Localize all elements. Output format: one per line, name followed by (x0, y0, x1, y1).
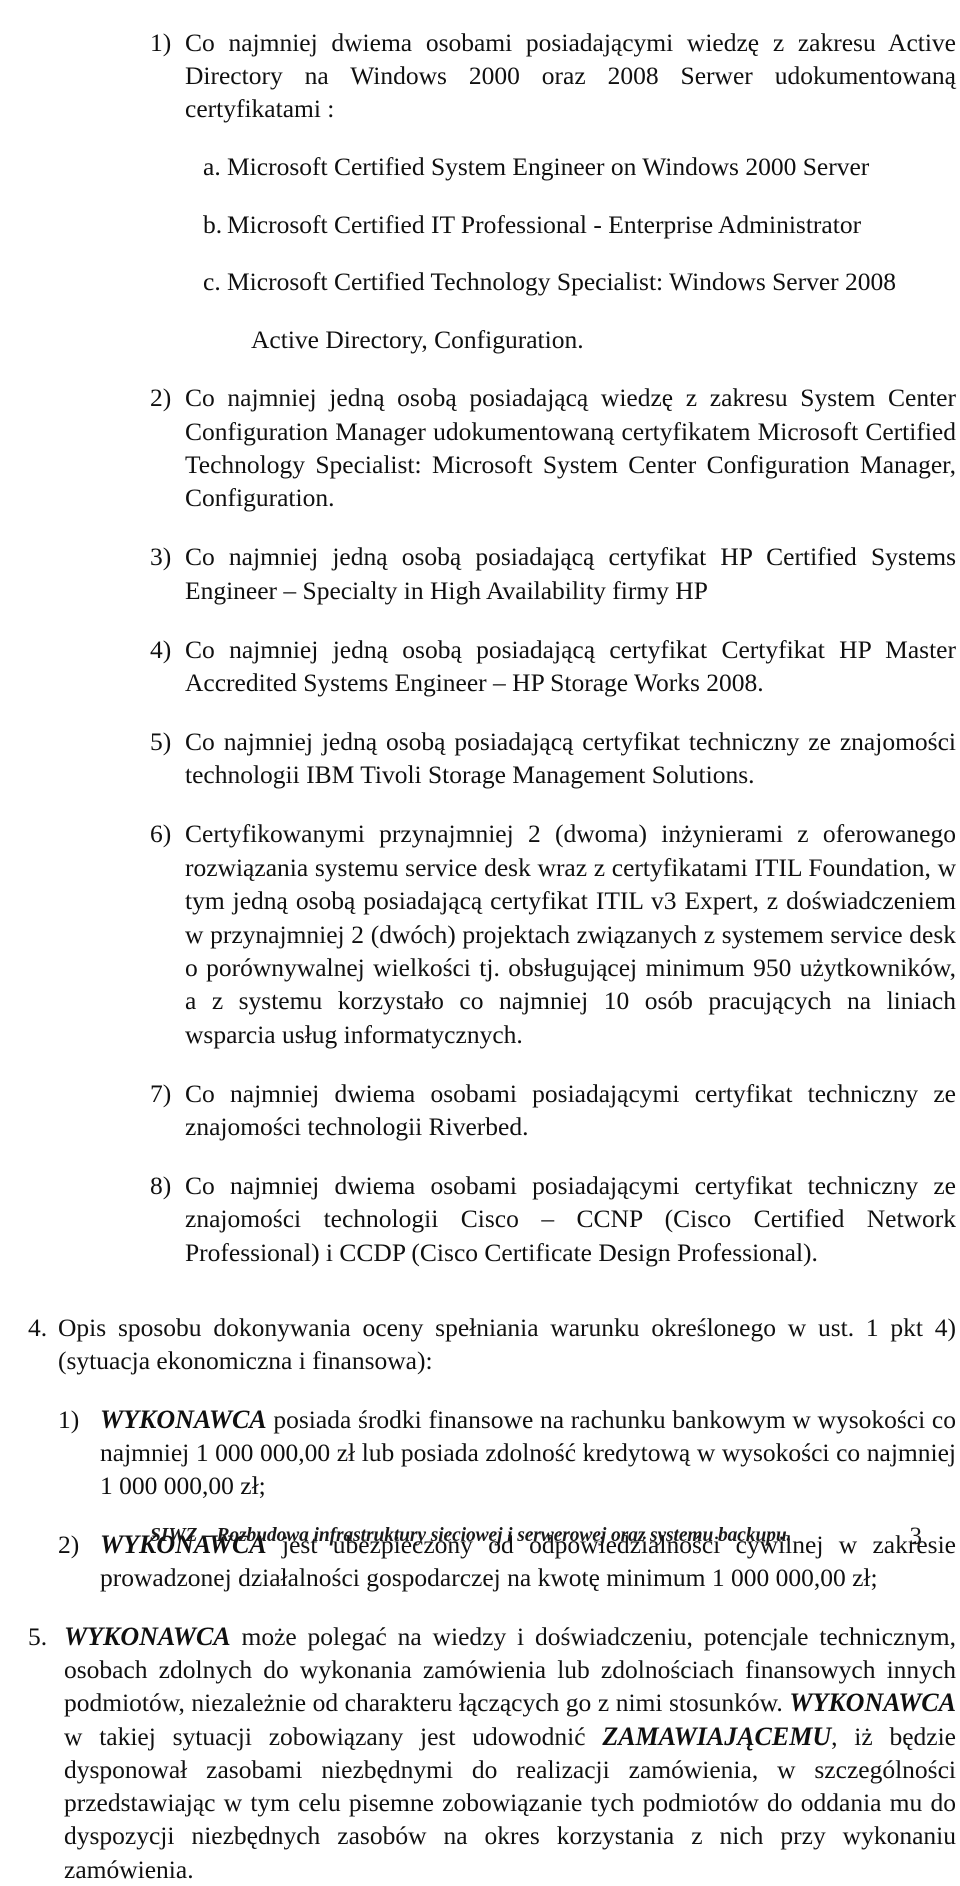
reliance-text-part-2: w takiej sytuacji zobowiązany jest udowo… (64, 1721, 603, 1751)
list-item: 3) Co najmniej jedną osobą posiadającą ce… (150, 540, 956, 607)
list-marker: 2) (150, 383, 172, 413)
sub-list-marker: a. (203, 152, 221, 182)
sub-list-item-text: Microsoft Certified IT Professional - En… (227, 209, 862, 239)
emphasis-wykonawca: WYKONAWCA (789, 1688, 956, 1718)
sub-list-item-text: Microsoft Certified System Engineer on W… (227, 152, 870, 182)
list-item-text: Co najmniej jedną osobą posiadającą cert… (185, 726, 956, 790)
list-item: 1) WYKONAWCA posiada środki finansowe na … (58, 1403, 956, 1503)
certificates-requirements-list: 1) Co najmniej dwiema osobami posiadający… (0, 26, 960, 1270)
list-item-text: Co najmniej jedną osobą posiadającą wied… (185, 383, 956, 513)
section-marker: 5. (28, 1622, 48, 1652)
sub-list-item: b. Microsoft Certified IT Professional - … (203, 209, 960, 241)
list-item: 7) Co najmniej dwiema osobami posiadający… (150, 1077, 956, 1144)
list-item: 2) Co najmniej jedną osobą posiadającą wi… (150, 381, 956, 515)
document-page: 1) Co najmniej dwiema osobami posiadający… (0, 26, 960, 1884)
list-item: 1) Co najmniej dwiema osobami posiadający… (150, 26, 956, 126)
list-marker: 8) (150, 1170, 172, 1200)
list-item: 4) Co najmniej jedną osobą posiadającą ce… (150, 633, 956, 700)
list-marker: 5) (150, 726, 172, 756)
list-item-text: Co najmniej jedną osobą posiadającą cert… (185, 542, 956, 605)
footer-page-number: 3 (909, 1522, 923, 1550)
emphasis-zamawiajacemu: ZAMAWIAJĄCEMU (602, 1721, 832, 1751)
list-item-text: Certyfikowanymi przynajmniej 2 (dwoma) i… (185, 819, 956, 1049)
reliance-paragraph: 5. WYKONAWCA może polegać na wiedzy i doś… (28, 1620, 956, 1886)
list-item-text: Co najmniej jedną osobą posiadającą cert… (185, 634, 956, 698)
economic-situation-section: 4. Opis sposobu dokonywania oceny spełnia… (0, 1311, 960, 1886)
sub-list-item-continuation: Active Directory, Configuration. (203, 324, 960, 356)
sub-list-marker: b. (203, 209, 223, 239)
sub-list-item-text: Active Directory, Configuration. (251, 324, 584, 354)
list-item: 5) Co najmniej jedną osobą posiadającą ce… (150, 725, 956, 792)
list-item: 8) Co najmniej dwiema osobami posiadający… (150, 1169, 956, 1269)
footer-title: SIWZ – Rozbudowa infrastruktury sieciowe… (150, 1524, 792, 1546)
list-item-text: Co najmniej dwiema osobami posiadającymi… (185, 1170, 956, 1267)
section-heading-text: Opis sposobu dokonywania oceny spełniani… (58, 1313, 956, 1376)
list-item-text: Co najmniej dwiema osobami posiadającymi… (185, 27, 956, 124)
emphasis-wykonawca: WYKONAWCA (64, 1622, 231, 1652)
list-item: 6) Certyfikowanymi przynajmniej 2 (dwoma)… (150, 817, 956, 1051)
emphasis-wykonawca: WYKONAWCA (100, 1405, 267, 1435)
list-item-text: Co najmniej dwiema osobami posiadającymi… (185, 1078, 956, 1142)
list-marker: 4) (150, 634, 172, 664)
section-marker: 4. (28, 1313, 48, 1343)
sub-list-item-text: Microsoft Certified Technology Specialis… (227, 267, 897, 297)
sub-list-item: c. Microsoft Certified Technology Special… (203, 266, 960, 298)
section-heading: 4. Opis sposobu dokonywania oceny spełnia… (28, 1311, 956, 1377)
list-marker: 1) (58, 1405, 80, 1435)
page-footer: SIWZ – Rozbudowa infrastruktury sieciowe… (0, 1522, 960, 1559)
sub-list-marker: c. (203, 267, 221, 297)
certificates-sub-list: a. Microsoft Certified System Engineer on… (0, 151, 960, 356)
list-marker: 3) (150, 542, 172, 572)
list-marker: 1) (150, 27, 172, 57)
list-marker: 6) (150, 819, 172, 849)
sub-list-item: a. Microsoft Certified System Engineer on… (203, 151, 960, 183)
list-marker: 7) (150, 1078, 172, 1108)
